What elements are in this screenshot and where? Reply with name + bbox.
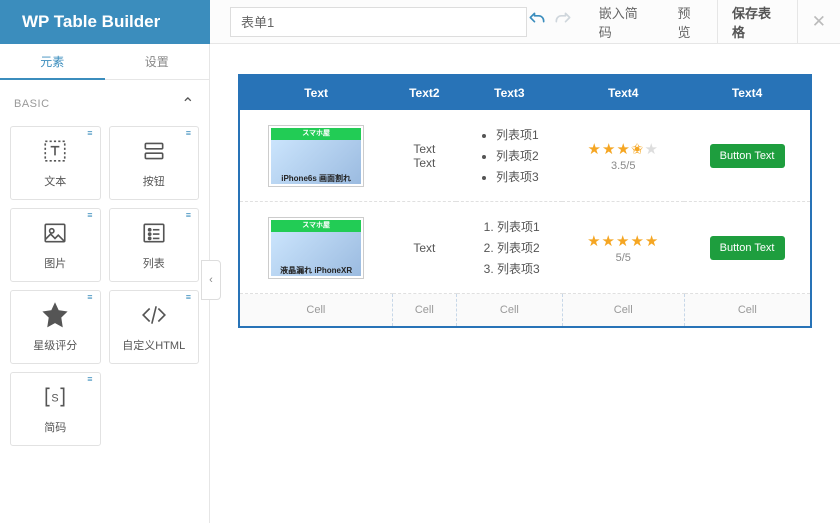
thumbnail: スマホ屋液晶漏れ iPhoneXR	[269, 218, 363, 278]
redo-icon[interactable]	[553, 10, 573, 33]
placeholder-cell[interactable]: Cell	[562, 294, 684, 328]
tab-elements[interactable]: 元素	[0, 44, 105, 80]
placeholder-cell[interactable]: Cell	[684, 294, 811, 328]
drag-handle-icon: ≡	[186, 131, 192, 135]
drag-handle-icon: ≡	[87, 377, 93, 381]
embed-shortcode-link[interactable]: 嵌入简码	[585, 0, 664, 44]
cell-button[interactable]: Button Text	[684, 202, 811, 294]
text-icon	[42, 138, 68, 167]
element-card-label: 自定义HTML	[122, 337, 185, 353]
rating-label: 3.5/5	[570, 160, 676, 172]
cell-button[interactable]: Button Text	[684, 110, 811, 202]
list-item: 列表项3	[497, 258, 540, 279]
placeholder-cell[interactable]: Cell	[456, 294, 562, 328]
list-item: 列表项1	[496, 124, 539, 145]
preview-link[interactable]: 预览	[664, 0, 717, 44]
table-header-cell[interactable]: Text2	[392, 75, 456, 110]
cell-text[interactable]: TextText	[392, 110, 456, 202]
section-header-basic[interactable]: BASIC ⌃	[0, 80, 209, 120]
element-card-label: 简码	[44, 419, 66, 435]
drag-handle-icon: ≡	[87, 295, 93, 299]
element-card-html[interactable]: ≡ 自定义HTML	[109, 290, 200, 364]
table-row: スマホ屋iPhone6s 画面割れTextText列表项1列表项2列表项3★★★…	[239, 110, 811, 202]
cell-text[interactable]: Text	[392, 202, 456, 294]
element-card-list[interactable]: ≡ 列表	[109, 208, 200, 282]
drag-handle-icon: ≡	[186, 213, 192, 217]
element-card-label: 文本	[44, 173, 66, 189]
table-title-input[interactable]	[230, 7, 527, 37]
list-item: 列表项2	[496, 145, 539, 166]
element-card-image[interactable]: ≡ 图片	[10, 208, 101, 282]
element-card-shortcode[interactable]: ≡ S 简码	[10, 372, 101, 446]
button-icon	[141, 138, 167, 167]
table-header-cell[interactable]: Text3	[456, 75, 562, 110]
preview-table: TextText2Text3Text4Text4 スマホ屋iPhone6s 画面…	[238, 74, 812, 328]
undo-icon[interactable]	[527, 10, 547, 33]
html-icon	[141, 302, 167, 331]
section-label: BASIC	[14, 98, 50, 110]
element-card-label: 图片	[44, 255, 66, 271]
element-card-button[interactable]: ≡ 按钮	[109, 126, 200, 200]
placeholder-cell[interactable]: Cell	[392, 294, 456, 328]
table-header-cell[interactable]: Text4	[684, 75, 811, 110]
star-rating: ★★★✬★	[570, 140, 676, 158]
list-item: 列表项1	[497, 216, 540, 237]
image-icon	[42, 220, 68, 249]
rating-label: 5/5	[570, 252, 676, 264]
cell-rating[interactable]: ★★★✬★ 3.5/5	[562, 110, 684, 202]
row-action-button[interactable]: Button Text	[710, 144, 785, 168]
toolbar: 嵌入简码 预览 保存表格 ✕	[210, 0, 840, 44]
table-row: スマホ屋液晶漏れ iPhoneXRText列表项1列表项2列表项3★★★★★5/…	[239, 202, 811, 294]
element-card-rating[interactable]: ≡ 星级评分	[10, 290, 101, 364]
app-brand: WP Table Builder	[0, 0, 210, 44]
tab-settings[interactable]: 设置	[105, 44, 210, 79]
list-icon	[141, 220, 167, 249]
canvas: TextText2Text3Text4Text4 スマホ屋iPhone6s 画面…	[210, 44, 840, 523]
drag-handle-icon: ≡	[186, 295, 192, 299]
chevron-up-icon: ⌃	[181, 94, 195, 114]
shortcode-icon: S	[42, 384, 68, 413]
sidebar: 元素 设置 BASIC ⌃ ≡文本≡按钮≡图片≡列表≡星级评分≡自定义HTML≡…	[0, 44, 210, 523]
table-header-row: TextText2Text3Text4Text4	[239, 75, 811, 110]
row-action-button[interactable]: Button Text	[710, 236, 785, 260]
element-card-label: 星级评分	[33, 337, 77, 353]
element-card-label: 按钮	[143, 173, 165, 189]
cell-image[interactable]: スマホ屋液晶漏れ iPhoneXR	[239, 202, 392, 294]
star-rating: ★★★★★	[570, 232, 676, 250]
collapse-sidebar-button[interactable]: ‹	[201, 260, 221, 300]
drag-handle-icon: ≡	[87, 213, 93, 217]
cell-rating[interactable]: ★★★★★ 5/5	[562, 202, 684, 294]
table-header-cell[interactable]: Text	[239, 75, 392, 110]
cell-list[interactable]: 列表项1列表项2列表项3	[456, 202, 562, 294]
element-card-text[interactable]: ≡ 文本	[10, 126, 101, 200]
cell-image[interactable]: スマホ屋iPhone6s 画面割れ	[239, 110, 392, 202]
save-table-button[interactable]: 保存表格	[717, 0, 798, 44]
svg-text:S: S	[52, 392, 59, 404]
thumbnail: スマホ屋iPhone6s 画面割れ	[269, 126, 363, 186]
close-icon[interactable]: ✕	[798, 12, 840, 32]
table-placeholder-row: CellCellCellCellCell	[239, 294, 811, 328]
cell-list[interactable]: 列表项1列表项2列表项3	[456, 110, 562, 202]
element-card-label: 列表	[143, 255, 165, 271]
table-header-cell[interactable]: Text4	[562, 75, 684, 110]
list-item: 列表项2	[497, 237, 540, 258]
rating-icon	[42, 302, 68, 331]
list-item: 列表项3	[496, 166, 539, 187]
drag-handle-icon: ≡	[87, 131, 93, 135]
placeholder-cell[interactable]: Cell	[239, 294, 392, 328]
